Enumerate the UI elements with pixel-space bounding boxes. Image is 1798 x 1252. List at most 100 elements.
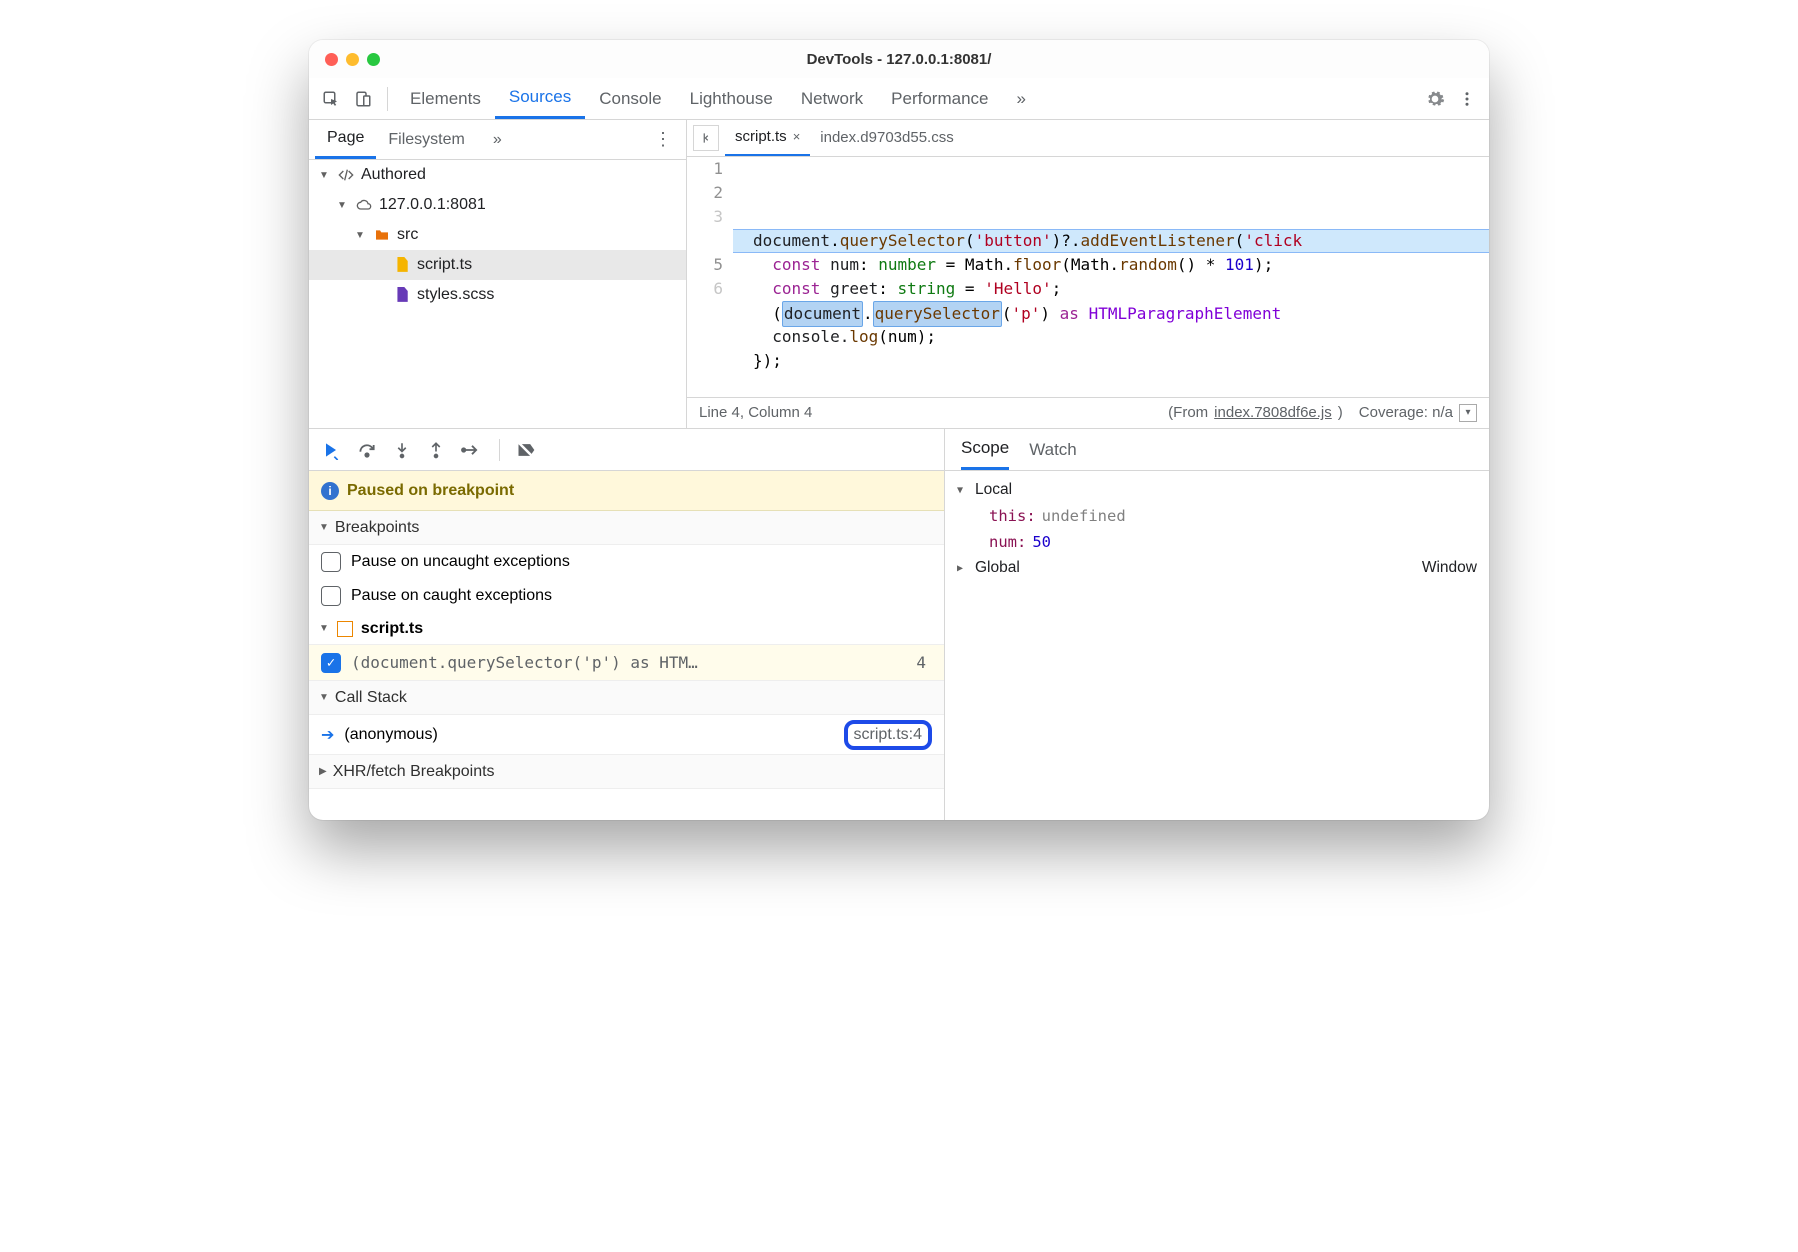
breakpoints-section-header[interactable]: ▼ Breakpoints	[309, 511, 944, 545]
cursor-position: Line 4, Column 4	[699, 404, 812, 421]
file-icon	[393, 257, 411, 273]
code-editor[interactable]: 123456 document.querySelector('button')?…	[687, 157, 1489, 397]
tree-label: script.ts	[417, 256, 472, 274]
tab-network[interactable]: Network	[787, 78, 877, 119]
line-gutter[interactable]: 123456	[687, 157, 733, 397]
tree-label: src	[397, 226, 418, 244]
section-title: XHR/fetch Breakpoints	[333, 763, 495, 781]
scope-variable-name: num:	[989, 533, 1026, 551]
code-line[interactable]: });	[753, 349, 1489, 373]
editor-tabs: script.ts × index.d9703d55.css	[687, 120, 1489, 157]
step-icon[interactable]	[461, 440, 483, 460]
pause-uncaught-row[interactable]: Pause on uncaught exceptions	[309, 545, 944, 579]
step-out-icon[interactable]	[427, 440, 445, 460]
show-coverage-icon[interactable]: ▾	[1459, 404, 1477, 422]
checkbox-icon[interactable]	[321, 586, 341, 606]
tab-elements[interactable]: Elements	[396, 78, 495, 119]
minimize-window-icon[interactable]	[346, 53, 359, 66]
editor-statusbar: Line 4, Column 4 (From index.7808df6e.js…	[687, 397, 1489, 428]
checkbox-label: Pause on caught exceptions	[351, 587, 552, 605]
tab-lighthouse[interactable]: Lighthouse	[676, 78, 787, 119]
sourcemap-link[interactable]: index.7808df6e.js	[1214, 404, 1332, 421]
debugger-left-pane: i Paused on breakpoint ▼ Breakpoints Pau…	[309, 429, 945, 820]
settings-gear-icon[interactable]	[1419, 83, 1451, 115]
scope-local-header[interactable]: ▼ Local	[945, 477, 1489, 503]
tab-console[interactable]: Console	[585, 78, 675, 119]
separator	[499, 439, 500, 461]
section-title: Call Stack	[335, 689, 407, 707]
navigator-tab-filesystem[interactable]: Filesystem	[376, 120, 476, 159]
editor-panel: script.ts × index.d9703d55.css 123456 docu…	[687, 120, 1489, 428]
tree-group-authored[interactable]: ▼ Authored	[309, 160, 686, 190]
editor-tab[interactable]: script.ts ×	[725, 120, 810, 156]
tab-performance[interactable]: Performance	[877, 78, 1002, 119]
close-tab-icon[interactable]: ×	[793, 129, 801, 144]
step-into-icon[interactable]	[393, 440, 411, 460]
scope-global-header[interactable]: ▶ Global Window	[945, 555, 1489, 581]
sourcemap-from-suffix: )	[1338, 404, 1343, 421]
scope-variable-value: 50	[1032, 533, 1051, 551]
tabs-overflow-icon[interactable]: »	[1003, 78, 1040, 119]
tree-label: 127.0.0.1:8081	[379, 196, 486, 214]
code-line[interactable]: console.log(num);	[753, 325, 1489, 349]
scope-variable-name: this:	[989, 507, 1036, 525]
scope-global-value: Window	[1422, 559, 1477, 577]
scope-tab-watch[interactable]: Watch	[1029, 429, 1077, 470]
callstack-section-header[interactable]: ▼ Call Stack	[309, 681, 944, 715]
scope-global-label: Global	[975, 559, 1020, 577]
navigator-panel: PageFilesystem » ⋮ ▼ Authored ▼ 1	[309, 120, 687, 428]
resume-icon[interactable]	[321, 440, 341, 460]
tree-label: Authored	[361, 166, 426, 184]
breakpoint-file-icon	[337, 621, 353, 637]
breakpoint-entry[interactable]: ✓ (document.querySelector('p') as HTM… 4	[309, 645, 944, 681]
deactivate-breakpoints-icon[interactable]	[516, 440, 536, 460]
paused-banner: i Paused on breakpoint	[309, 471, 944, 511]
navigator-tabs-overflow-icon[interactable]: »	[481, 120, 514, 159]
device-toggle-icon[interactable]	[347, 83, 379, 115]
close-window-icon[interactable]	[325, 53, 338, 66]
scope-variable[interactable]: num: 50	[945, 529, 1489, 555]
callstack-frame[interactable]: ➔ (anonymous) script.ts:4	[309, 715, 944, 755]
zoom-window-icon[interactable]	[367, 53, 380, 66]
inspect-element-icon[interactable]	[315, 83, 347, 115]
code-line[interactable]: (document.querySelector('p') as HTMLPara…	[753, 301, 1489, 325]
section-title: Breakpoints	[335, 519, 420, 537]
kebab-menu-icon[interactable]	[1451, 83, 1483, 115]
line-number[interactable]: 6	[687, 277, 723, 301]
navigator-kebab-icon[interactable]: ⋮	[654, 129, 680, 150]
code-line[interactable]: document.querySelector('button')?.addEve…	[753, 229, 1489, 253]
callstack-frame-name: (anonymous)	[344, 726, 437, 744]
breakpoint-file-header[interactable]: ▼ script.ts	[309, 613, 944, 645]
scope-variable[interactable]: this: undefined	[945, 503, 1489, 529]
file-nav-icon[interactable]	[693, 125, 719, 151]
scope-variable-value: undefined	[1042, 507, 1126, 525]
tree-file-styles-scss[interactable]: styles.scss	[309, 280, 686, 310]
step-over-icon[interactable]	[357, 440, 377, 460]
navigator-tab-page[interactable]: Page	[315, 120, 376, 159]
tree-folder-src[interactable]: ▼ src	[309, 220, 686, 250]
editor-tab[interactable]: index.d9703d55.css	[810, 120, 963, 156]
scope-body: ▼ Local this: undefinednum: 50 ▶ Global …	[945, 471, 1489, 820]
code-line[interactable]: const greet: string = 'Hello';	[753, 277, 1489, 301]
checkbox-icon[interactable]	[321, 552, 341, 572]
paused-message: Paused on breakpoint	[347, 482, 514, 500]
line-number[interactable]: 5	[687, 253, 723, 277]
navigator-tabs: PageFilesystem » ⋮	[309, 120, 686, 160]
devtools-window: DevTools - 127.0.0.1:8081/ ElementsSourc…	[309, 40, 1489, 820]
tree-file-script-ts[interactable]: script.ts	[309, 250, 686, 280]
line-number[interactable]: 4	[687, 229, 723, 253]
pause-caught-row[interactable]: Pause on caught exceptions	[309, 579, 944, 613]
line-number[interactable]: 3	[687, 205, 723, 229]
xhr-breakpoints-section-header[interactable]: ▶ XHR/fetch Breakpoints	[309, 755, 944, 789]
checkbox-checked-icon[interactable]: ✓	[321, 653, 341, 673]
tree-host[interactable]: ▼ 127.0.0.1:8081	[309, 190, 686, 220]
code-line[interactable]: const num: number = Math.floor(Math.rand…	[753, 253, 1489, 277]
breakpoint-line: 4	[916, 653, 932, 672]
callstack-frame-location[interactable]: script.ts:4	[844, 720, 932, 750]
line-number[interactable]: 2	[687, 181, 723, 205]
scope-tab-scope[interactable]: Scope	[961, 429, 1009, 470]
tab-sources[interactable]: Sources	[495, 78, 585, 119]
line-number[interactable]: 1	[687, 157, 723, 181]
current-frame-icon: ➔	[321, 725, 334, 745]
editor-tab-label: script.ts	[735, 128, 787, 145]
